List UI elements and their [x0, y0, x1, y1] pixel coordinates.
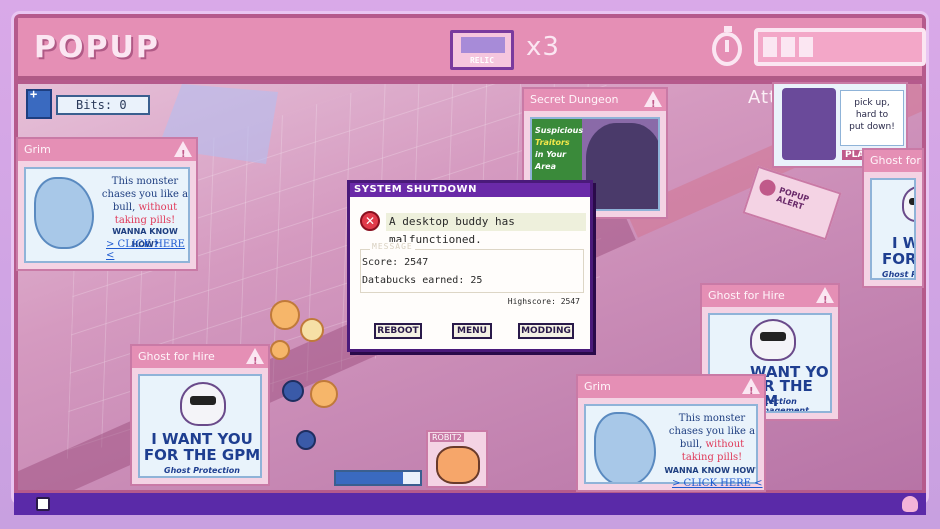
bits-value: Bits: 0 — [56, 95, 150, 115]
warning-icon — [644, 91, 662, 116]
character-legs-image — [782, 88, 836, 160]
ad-heading: I W — [892, 234, 914, 252]
popup-title: Grim — [578, 376, 764, 403]
databucks-text: Databucks earned: 25 — [362, 275, 483, 286]
buddy-icon[interactable] — [902, 496, 918, 512]
relic-label: RELIC — [469, 56, 495, 65]
ghost-image — [180, 382, 226, 426]
popup-title-text: Grim — [24, 143, 51, 156]
ad-text: This monster chases you like a bull, wit… — [98, 175, 188, 227]
popup-grim-left[interactable]: Grim This monster chases you like a bull… — [16, 137, 198, 271]
relic-icon: RELIC — [450, 30, 514, 70]
stopwatch-icon — [712, 26, 742, 66]
bottom-taskbar — [14, 493, 926, 515]
modding-button[interactable]: MODDING — [518, 323, 574, 339]
popup-title: Grim — [18, 139, 196, 166]
menu-icon[interactable] — [36, 497, 50, 511]
popup-alert-text: POPUP ALERT — [775, 185, 811, 212]
popup-title: Ghost for — [864, 150, 922, 172]
popup-grim-bottom[interactable]: Grim This monster chases you like a bull… — [576, 374, 766, 492]
reboot-button[interactable]: REBOOT — [374, 323, 422, 339]
ad-heading: FOR THE GPM — [143, 446, 261, 464]
ad-heading: I WANT YOU — [151, 430, 253, 448]
character-portrait — [436, 446, 480, 484]
dialog-title: SYSTEM SHUTDOWN — [350, 183, 590, 197]
ad-line: Traitors — [535, 138, 570, 147]
click-here-link[interactable]: > CLICK HERE < — [672, 478, 763, 489]
ghost-image — [902, 186, 914, 222]
warning-icon — [742, 378, 760, 403]
bubble-line: pick up, — [854, 98, 890, 108]
ad-text: This monster chases you like a bull, wit… — [664, 412, 756, 464]
click-here-link[interactable]: > CLICK HERE < — [106, 239, 188, 261]
warning-icon — [816, 287, 834, 312]
popup-title-text: Grim — [584, 380, 611, 393]
ghost-image — [750, 319, 796, 361]
message-box — [360, 249, 584, 293]
top-hud: POPUP RELIC x3 — [18, 18, 926, 80]
popup-title: Secret Dungeon — [524, 89, 666, 116]
message-label: MESSAGE — [370, 242, 415, 251]
ad-line: Suspicious — [535, 126, 584, 135]
system-shutdown-dialog: SYSTEM SHUTDOWN ✕ A desktop buddy has ma… — [347, 180, 593, 352]
minion — [296, 430, 316, 450]
popup-ghost-right[interactable]: Ghost for I W FOR TH Ghost Protect — [862, 148, 924, 288]
popup-title-text: Ghost for — [870, 154, 921, 167]
ad-subtitle: Ghost Protection Management — [164, 466, 240, 476]
sunglasses — [759, 332, 787, 341]
warning-icon — [246, 348, 264, 373]
character-card[interactable]: ROBIT2 — [426, 430, 488, 488]
bits-counter: Bits: 0 — [26, 87, 152, 119]
menu-button[interactable]: MENU — [452, 323, 492, 339]
villain-portrait — [586, 123, 658, 209]
health-segment — [781, 37, 795, 57]
character-name: ROBIT2 — [430, 433, 464, 442]
ad-subtitle: Ghost Protect — [882, 270, 914, 279]
popup-body: This monster chases you like a bull, wit… — [24, 167, 190, 263]
popup-body: This monster chases you like a bull, wit… — [584, 404, 758, 484]
relic-art — [461, 37, 505, 53]
xp-bar — [334, 470, 422, 486]
popup-title: Ghost for Hire — [132, 346, 268, 373]
sunglasses — [189, 396, 217, 405]
health-bar — [754, 28, 926, 66]
error-message: A desktop buddy has malfunctioned. — [386, 213, 586, 246]
ad-heading: FOR TH — [882, 250, 916, 268]
alert-dot-icon — [757, 177, 778, 198]
popup-body: I W FOR TH Ghost Protect — [870, 178, 916, 280]
minion — [300, 318, 324, 342]
minion — [270, 300, 300, 330]
minion — [270, 340, 290, 360]
bubble-line: hard to — [855, 110, 889, 120]
minion — [282, 380, 304, 402]
shark-monster-image — [34, 177, 94, 249]
popup-title: Ghost for Hire — [702, 285, 838, 312]
xp-fill — [336, 472, 404, 484]
health-segment — [763, 37, 777, 57]
minion — [310, 380, 338, 408]
relic-count: x3 — [526, 32, 560, 62]
speech-bubble: pick up, hard to put down! — [840, 90, 904, 146]
bits-icon — [26, 87, 52, 119]
sunglasses — [909, 197, 914, 205]
shark-monster-image — [594, 412, 656, 482]
score-text: Score: 2547 — [362, 257, 429, 268]
ad-line: Area — [535, 162, 556, 171]
game-title: POPUP — [34, 30, 160, 65]
popup-title-text: Ghost for Hire — [138, 350, 215, 363]
popup-ghost-for-hire-left[interactable]: Ghost for Hire I WANT YOU FOR THE GPM Gh… — [130, 344, 270, 486]
warning-icon — [174, 141, 192, 166]
highscore-text: Highscore: 2547 — [507, 297, 580, 306]
ad-question: WANNA KNOW HOW? — [664, 466, 758, 475]
ad-text: Suspicious Traitors in Your Area — [535, 125, 584, 173]
popup-title-text: Secret Dungeon — [530, 93, 619, 106]
popup-body: I WANT YOU FOR THE GPM Ghost Protection … — [138, 374, 262, 478]
bubble-line: put down! — [849, 122, 895, 132]
health-segment — [799, 37, 813, 57]
popup-title-text: Ghost for Hire — [708, 289, 785, 302]
ad-line: in Your — [535, 150, 567, 159]
error-icon: ✕ — [360, 211, 380, 231]
